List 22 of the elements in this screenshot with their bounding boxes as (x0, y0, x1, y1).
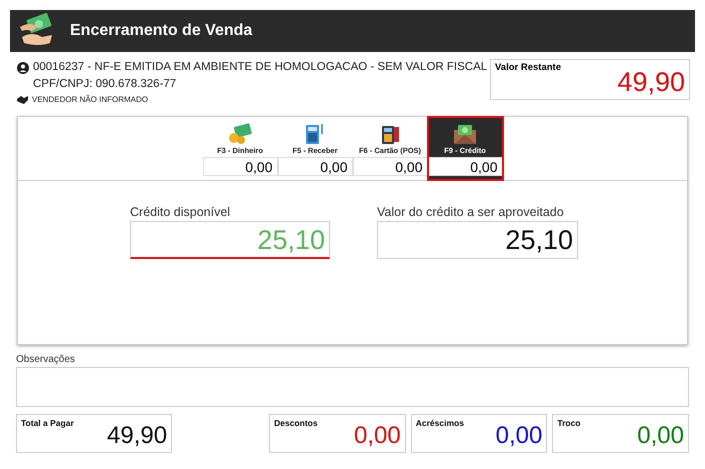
field-label: Valor do crédito a ser aproveitado (377, 204, 565, 221)
seller-info: VENDEDOR NÃO INFORMADO (32, 94, 148, 106)
money-icon (227, 122, 253, 144)
total-value: 0,00 (496, 420, 542, 450)
credit-to-use-field[interactable]: 25,10 (377, 221, 578, 260)
total-label: Total a Pagar (21, 416, 74, 430)
total-value: 0,00 (637, 420, 684, 450)
invoice-info: 00016237 - NF-E EMITIDA EM AMBIENTE DE HOMOLOGACAO - SEM VALOR FISCAL (33, 60, 488, 75)
field-label: Crédito disponível (130, 204, 232, 221)
user-icon (17, 62, 29, 74)
notes-field[interactable] (16, 366, 689, 406)
total-value: 0,00 (354, 420, 401, 450)
notes-label: Observações (16, 352, 76, 366)
window-title: Encerramento de Venda (70, 21, 252, 41)
customer-document: CPF/CNPJ: 090.678.326-77 (32, 77, 178, 92)
total-value: 49,90 (107, 420, 168, 450)
remaining-label: Valor Restante (495, 61, 561, 75)
total-label: Descontos (274, 416, 318, 430)
total-label: Troco (557, 416, 581, 430)
remaining-value: 49,90 (617, 66, 685, 99)
total-label: Acréscimos (416, 416, 464, 430)
envelope-icon (452, 122, 478, 144)
